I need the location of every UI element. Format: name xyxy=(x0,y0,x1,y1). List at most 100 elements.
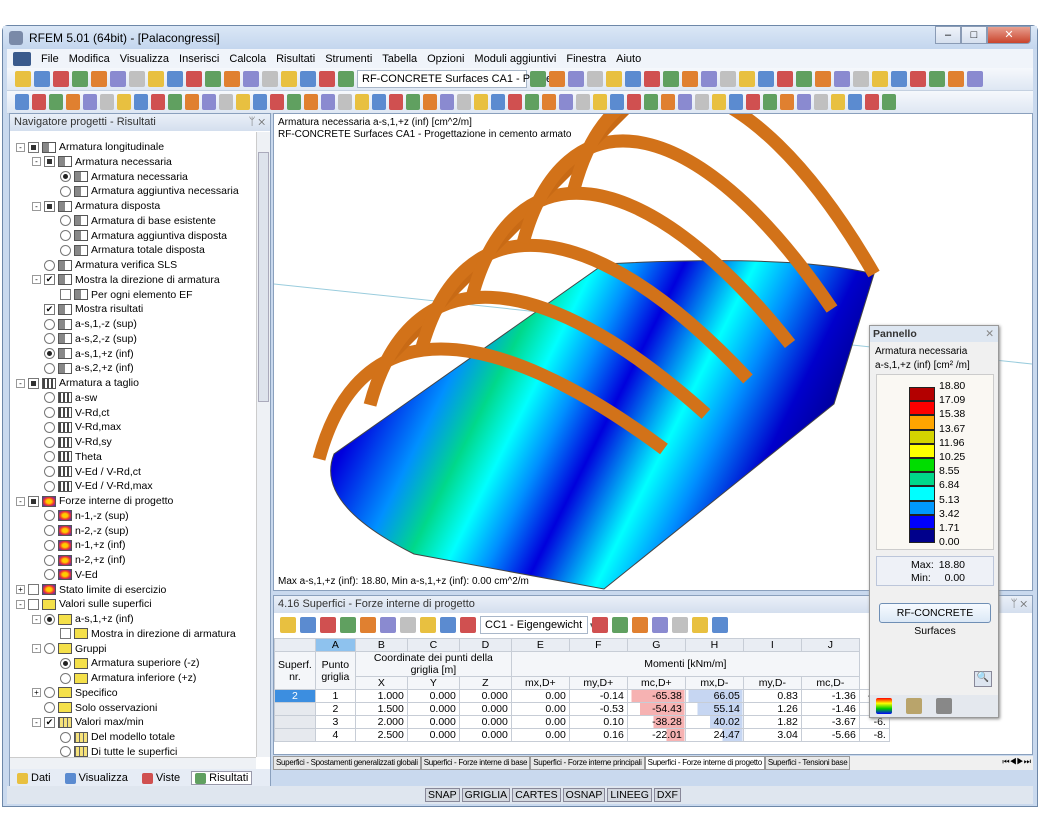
tree-item[interactable]: -Valori sulle superfici xyxy=(16,597,152,611)
toolbar-icon[interactable] xyxy=(910,71,926,87)
color-scale-tab-icon[interactable] xyxy=(876,698,892,714)
radio-button[interactable] xyxy=(60,215,71,226)
toolbar-icon[interactable] xyxy=(355,94,369,110)
app-menu-icon[interactable] xyxy=(13,52,31,66)
status-toggle-dxf[interactable]: DXF xyxy=(654,788,681,802)
toolbar-icon[interactable] xyxy=(758,71,774,87)
expand-toggle[interactable]: - xyxy=(16,379,25,388)
table-toolbar-icon[interactable] xyxy=(340,617,356,633)
toolbar-icon[interactable] xyxy=(525,94,539,110)
toolbar-icon[interactable] xyxy=(205,71,221,87)
status-toggle-cartes[interactable]: CARTES xyxy=(512,788,560,802)
tree-item[interactable]: -✔Mostra la direzione di armatura xyxy=(32,273,220,287)
radio-button[interactable] xyxy=(44,260,55,271)
toolbar-icon[interactable] xyxy=(891,71,907,87)
table-toolbar-icon[interactable] xyxy=(380,617,396,633)
menu-aiuto[interactable]: Aiuto xyxy=(616,53,641,65)
toolbar-icon[interactable] xyxy=(338,94,352,110)
tree-item[interactable]: Armatura necessaria xyxy=(48,170,188,184)
toolbar-icon[interactable] xyxy=(777,71,793,87)
tree-item[interactable]: -Armatura a taglio xyxy=(16,376,139,390)
radio-button[interactable] xyxy=(44,407,55,418)
tree-item[interactable]: Per ogni elemento EF xyxy=(48,288,193,302)
toolbar-icon[interactable] xyxy=(882,94,896,110)
toolbar-icon[interactable] xyxy=(253,94,267,110)
tree-item[interactable]: n-1,+z (inf) xyxy=(32,538,125,552)
toolbar-icon[interactable] xyxy=(682,71,698,87)
table-toolbar-icon[interactable] xyxy=(280,617,296,633)
table-tab[interactable]: Superfici - Tensioni base xyxy=(765,756,851,770)
toolbar-icon[interactable] xyxy=(117,94,131,110)
toolbar-icon[interactable] xyxy=(834,71,850,87)
table-toolbar-icon[interactable] xyxy=(300,617,316,633)
tree-item[interactable]: n-2,-z (sup) xyxy=(32,524,129,538)
column-letter[interactable]: A xyxy=(315,639,355,652)
toolbar-icon[interactable] xyxy=(797,94,811,110)
menu-modifica[interactable]: Modifica xyxy=(69,53,110,65)
expand-toggle[interactable]: - xyxy=(32,202,41,211)
toolbar-icon[interactable] xyxy=(929,71,945,87)
tree-item[interactable]: a-s,2,-z (sup) xyxy=(32,332,137,346)
tree-item[interactable]: n-1,-z (sup) xyxy=(32,509,129,523)
menu-risultati[interactable]: Risultati xyxy=(276,53,315,65)
expand-toggle[interactable]: - xyxy=(32,157,41,166)
toolbar-icon[interactable] xyxy=(457,94,471,110)
table-toolbar-icon[interactable] xyxy=(652,617,668,633)
toolbar-icon[interactable] xyxy=(100,94,114,110)
toolbar-icon[interactable] xyxy=(423,94,437,110)
tree-item[interactable]: Armatura di base esistente xyxy=(48,214,216,228)
radio-button[interactable] xyxy=(44,481,55,492)
expand-toggle[interactable]: - xyxy=(32,644,41,653)
toolbar-icon[interactable] xyxy=(865,94,879,110)
checkbox[interactable]: ✔ xyxy=(44,274,55,285)
tree-item[interactable]: a-sw xyxy=(32,391,97,405)
table-row[interactable]: 211.0000.0000.0000.00-0.14-65.3866.050.8… xyxy=(275,690,890,703)
menu-moduli-aggiuntivi[interactable]: Moduli aggiuntivi xyxy=(474,53,556,65)
toolbar-icon[interactable] xyxy=(559,94,573,110)
tree-item[interactable]: -Armatura longitudinale xyxy=(16,140,164,154)
column-letter[interactable]: E xyxy=(511,639,569,652)
toolbar-icon[interactable] xyxy=(508,94,522,110)
tab-scroll-buttons[interactable]: ⏮◀▶⏭ xyxy=(1002,756,1031,768)
radio-button[interactable] xyxy=(44,451,55,462)
toolbar-icon[interactable] xyxy=(300,71,316,87)
radio-button[interactable] xyxy=(44,437,55,448)
column-letter[interactable]: J xyxy=(801,639,859,652)
column-letter[interactable]: D xyxy=(459,639,511,652)
table-toolbar-icon[interactable] xyxy=(592,617,608,633)
toolbar-icon[interactable] xyxy=(831,94,845,110)
toolbar-icon[interactable] xyxy=(576,94,590,110)
toolbar-icon[interactable] xyxy=(587,71,603,87)
table-toolbar-icon[interactable] xyxy=(612,617,628,633)
toolbar-icon[interactable] xyxy=(304,94,318,110)
radio-button[interactable] xyxy=(44,466,55,477)
menu-file[interactable]: File xyxy=(41,53,59,65)
toolbar-icon[interactable] xyxy=(262,71,278,87)
table-toolbar-icon[interactable] xyxy=(400,617,416,633)
navigator-pin-close[interactable]: ᛘ ✕ xyxy=(249,116,265,128)
checkbox[interactable]: ✔ xyxy=(44,304,55,315)
toolbar-icon[interactable] xyxy=(739,71,755,87)
tree-item[interactable]: Theta xyxy=(32,450,102,464)
toolbar-icon[interactable] xyxy=(83,94,97,110)
toolbar-icon[interactable] xyxy=(530,71,546,87)
expand-toggle[interactable]: - xyxy=(16,600,25,609)
expand-toggle[interactable]: + xyxy=(16,585,25,594)
checkbox[interactable]: ✔ xyxy=(44,717,55,728)
toolbar-icon[interactable] xyxy=(91,71,107,87)
tree-item[interactable]: -Forze interne di progetto xyxy=(16,494,173,508)
toolbar-icon[interactable] xyxy=(848,94,862,110)
toolbar-icon[interactable] xyxy=(66,94,80,110)
zoom-legend-icon[interactable]: 🔍 xyxy=(974,671,992,687)
toolbar-icon[interactable] xyxy=(967,71,983,87)
radio-button[interactable] xyxy=(44,614,55,625)
toolbar-icon[interactable] xyxy=(148,71,164,87)
factors-tab-icon[interactable] xyxy=(936,698,952,714)
tree-item[interactable]: -✔Valori max/min xyxy=(32,715,144,729)
toolbar-icon[interactable] xyxy=(440,94,454,110)
radio-button[interactable] xyxy=(44,540,55,551)
surface-number[interactable] xyxy=(275,703,316,716)
toolbar-icon[interactable] xyxy=(185,94,199,110)
tree-item[interactable]: Armatura verifica SLS xyxy=(32,258,177,272)
table-toolbar-icon[interactable] xyxy=(440,617,456,633)
